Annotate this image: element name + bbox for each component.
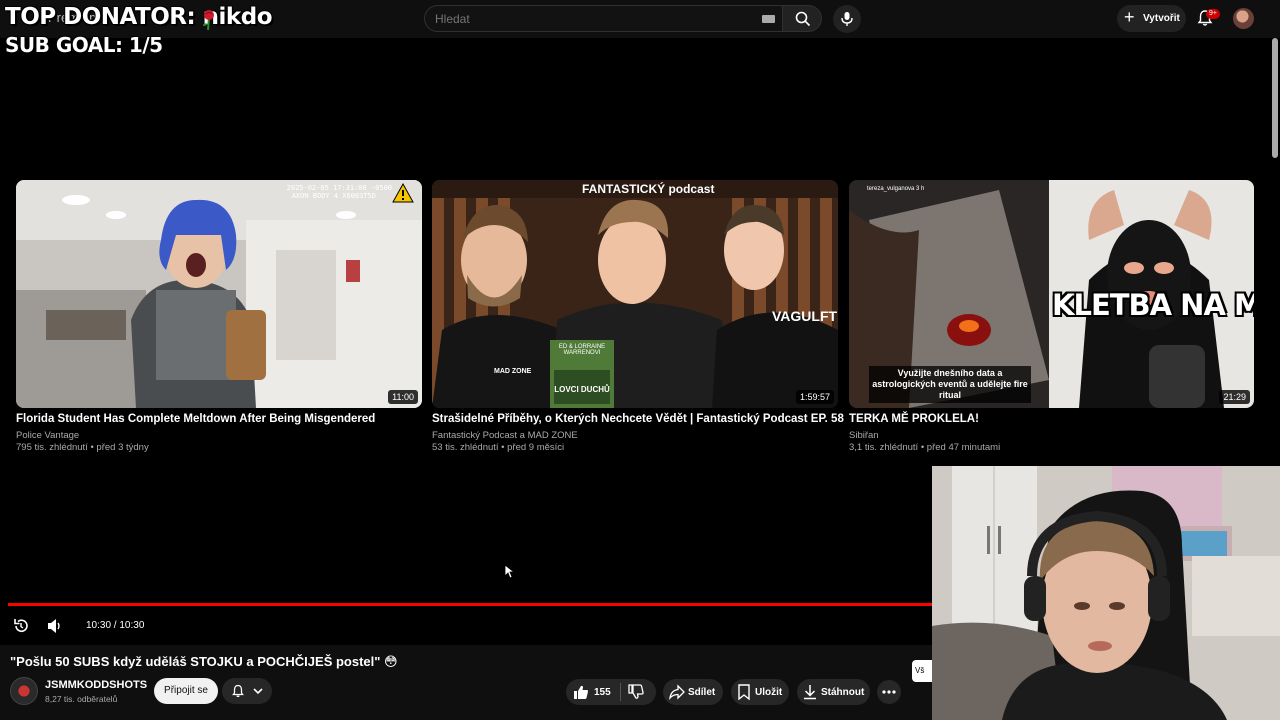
download-button[interactable]: Stáhnout xyxy=(797,679,870,705)
current-video-title: "Pošlu 50 SUBS když uděláš STOJKU a POCH… xyxy=(10,654,398,669)
download-label: Stáhnout xyxy=(821,687,865,698)
share-button[interactable]: Sdílet xyxy=(663,679,723,705)
search-icon xyxy=(795,11,811,27)
rose-icon xyxy=(203,10,214,31)
join-button[interactable]: Připojit se xyxy=(154,678,218,704)
warning-icon xyxy=(392,183,414,203)
video-thumbnail[interactable]: tereza_vulganova 3 h KLETBA NA MĚ! Využi… xyxy=(849,180,1254,408)
replay-icon[interactable] xyxy=(12,617,30,635)
create-button[interactable]: + Vytvořit xyxy=(1117,5,1186,32)
video-title[interactable]: TERKA MĚ PROKLELA! xyxy=(849,413,979,425)
video-duration: 21:29 xyxy=(1219,390,1250,404)
video-duration: 1:59:57 xyxy=(795,390,834,404)
subscriber-count: 8,27 tis. odběratelů xyxy=(45,694,118,704)
channel-name[interactable]: Police Vantage xyxy=(16,430,79,441)
divider xyxy=(620,683,621,701)
search-box[interactable] xyxy=(424,5,784,32)
video-thumbnail[interactable]: FANTASTICKÝ podcast ED & LORRAINE WARREN… xyxy=(432,180,838,408)
story-caption: Využijte dnešního data a astrologických … xyxy=(869,366,1031,403)
video-meta: 3,1 tis. zhlédnutí • před 47 minutami xyxy=(849,442,1001,453)
voice-search-button[interactable] xyxy=(833,5,861,33)
channel-name[interactable]: Fantastický Podcast a MAD ZONE xyxy=(432,430,578,441)
shirt-print: VAGULFT xyxy=(772,308,838,324)
video-thumbnail[interactable]: 2025-02-05 17:31:08 -0500 AXON BODY 4 X6… xyxy=(16,180,422,408)
plus-icon: + xyxy=(1124,7,1135,27)
video-meta: 795 tis. zhlédnutí • před 3 týdny xyxy=(16,442,149,453)
microphone-icon xyxy=(841,12,853,26)
more-actions-button[interactable] xyxy=(877,680,901,704)
thumbnail-headline: KLETBA NA MĚ! xyxy=(1052,288,1254,322)
video-duration: 11:00 xyxy=(388,390,418,404)
filter-chip-all[interactable]: Vš xyxy=(912,660,934,682)
bell-icon xyxy=(232,684,244,698)
thumbs-up-icon[interactable] xyxy=(573,684,589,700)
share-label: Sdílet xyxy=(688,687,716,698)
mouse-cursor-icon xyxy=(505,565,515,579)
save-label: Uložit xyxy=(755,687,783,698)
streamer-webcam xyxy=(932,466,1280,720)
volume-icon[interactable] xyxy=(46,618,64,634)
progress-bar[interactable] xyxy=(8,603,932,606)
like-dislike-group: 155 xyxy=(566,679,656,705)
video-title[interactable]: Florida Student Has Complete Meltdown Af… xyxy=(16,413,375,425)
create-label: Vytvořit xyxy=(1143,13,1180,24)
book-cover-title: LOVCI DUCHŮ xyxy=(554,385,610,394)
book-cover-authors: ED & LORRAINE WARRENOVI xyxy=(558,344,606,356)
search-input[interactable] xyxy=(435,12,735,26)
channel-name[interactable]: Sibiřan xyxy=(849,430,879,441)
thumbs-down-icon[interactable] xyxy=(628,684,644,700)
like-count[interactable]: 155 xyxy=(594,687,611,698)
shirt-logo: MAD ZONE xyxy=(494,368,532,375)
more-horizontal-icon xyxy=(882,690,896,694)
keyboard-icon[interactable] xyxy=(762,15,775,23)
bookmark-icon xyxy=(738,684,750,700)
podcast-banner: FANTASTICKÝ podcast xyxy=(582,182,715,196)
bodycam-id: AXON BODY 4 X6003T5D xyxy=(291,192,376,200)
video-meta: 53 tis. zhlédnutí • před 9 měsíci xyxy=(432,442,565,453)
video-title[interactable]: Strašidelné Příběhy, o Kterých Nechcete … xyxy=(432,413,844,425)
sub-goal-overlay: SUB GOAL: 1/5 xyxy=(5,33,163,57)
top-donator-overlay: TOP DONATOR: nikdo xyxy=(5,4,273,30)
user-avatar[interactable] xyxy=(1233,8,1254,29)
subscription-notifications-button[interactable] xyxy=(222,678,272,704)
download-icon xyxy=(804,685,816,700)
notification-badge: 9+ xyxy=(1206,9,1220,19)
save-button[interactable]: Uložit xyxy=(731,679,789,705)
time-display: 10:30 / 10:30 xyxy=(86,620,145,631)
current-channel-name[interactable]: JSMMKODDSHOTS xyxy=(45,679,147,691)
chevron-down-icon xyxy=(253,688,263,695)
channel-avatar[interactable] xyxy=(10,677,38,705)
search-button[interactable] xyxy=(782,5,822,32)
bodycam-timestamp: 2025-02-05 17:31:08 -0500 xyxy=(286,184,392,192)
page-scrollbar[interactable] xyxy=(1272,38,1278,158)
story-header: tereza_vulganova 3 h xyxy=(867,186,925,192)
share-icon xyxy=(669,684,685,700)
